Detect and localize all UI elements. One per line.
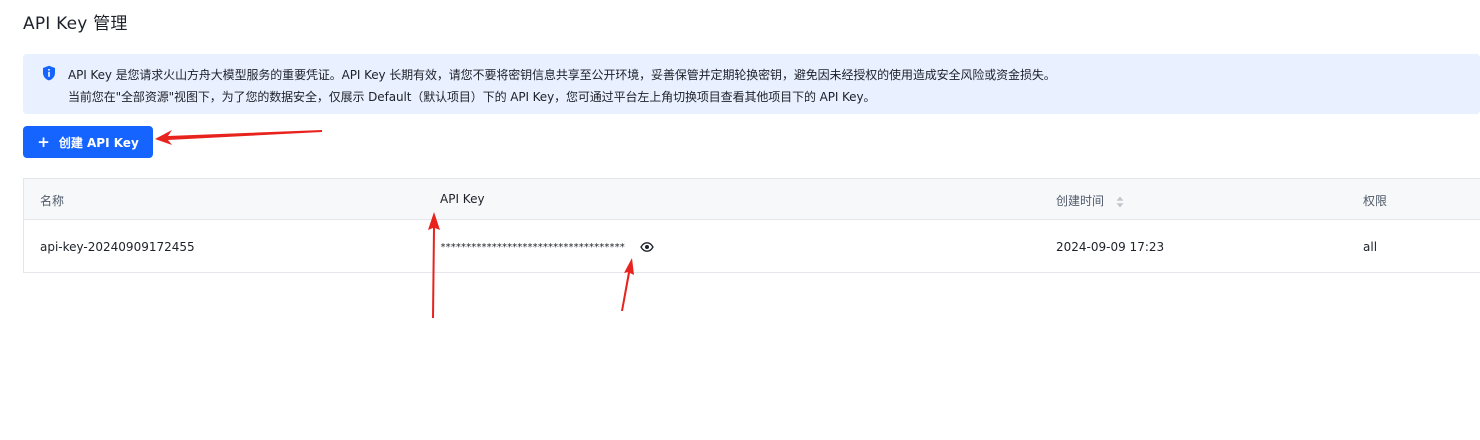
- annotation-arrow-create-button: [155, 130, 322, 145]
- column-header-api-key: API Key: [440, 192, 485, 206]
- eye-icon[interactable]: [640, 240, 654, 254]
- column-header-created-time[interactable]: 创建时间: [1056, 192, 1124, 209]
- sort-icon[interactable]: [1116, 196, 1124, 208]
- create-api-key-button[interactable]: + 创建 API Key: [23, 126, 153, 158]
- page-title: API Key 管理: [23, 14, 128, 34]
- info-notice: API Key 是您请求火山方舟大模型服务的重要凭证。API Key 长期有效，…: [23, 54, 1480, 114]
- api-key-management-page: API Key 管理 API Key 是您请求火山方舟大模型服务的重要凭证。AP…: [0, 0, 1480, 440]
- shield-info-icon: [43, 65, 55, 81]
- column-header-created-time-label: 创建时间: [1056, 194, 1105, 208]
- notice-text-line-2: 当前您在"全部资源"视图下，为了您的数据安全，仅展示 Default（默认项目）…: [68, 90, 876, 104]
- create-api-key-label: 创建 API Key: [58, 135, 139, 150]
- plus-icon: +: [37, 132, 50, 151]
- column-header-permission: 权限: [1363, 194, 1388, 208]
- column-header-name: 名称: [40, 194, 65, 208]
- api-key-table: 名称 API Key 创建时间 权限 api-key-2024090917245…: [23, 178, 1480, 273]
- notice-text-line-1: API Key 是您请求火山方舟大模型服务的重要凭证。API Key 长期有效，…: [68, 68, 1056, 82]
- row-permission: all: [1363, 240, 1378, 254]
- table-header: 名称 API Key 创建时间 权限: [24, 179, 1480, 220]
- row-name: api-key-20240909172455: [40, 240, 195, 254]
- row-created-time: 2024-09-09 17:23: [1056, 240, 1165, 254]
- row-masked-api-key: ************************************: [440, 242, 625, 253]
